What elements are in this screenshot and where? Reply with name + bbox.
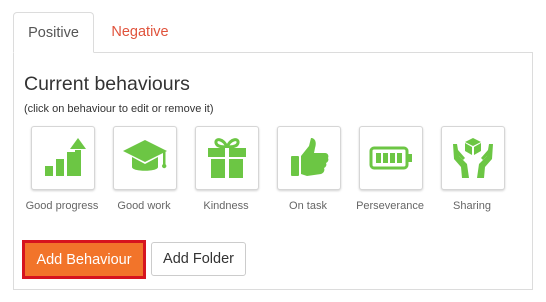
tab-bar: Positive Negative xyxy=(13,12,186,53)
bar-chart-arrow-icon xyxy=(45,138,86,176)
behaviour-good-work[interactable]: Good work xyxy=(104,126,184,216)
behaviour-list: Good progress Good work Kindness On task… xyxy=(22,126,522,216)
behaviour-label: Good work xyxy=(117,200,171,212)
hands-cube-icon xyxy=(453,138,493,178)
graduation-cap-icon xyxy=(123,140,167,171)
thumbs-up-icon xyxy=(291,138,329,176)
behaviour-on-task[interactable]: On task xyxy=(268,126,348,216)
behaviour-sharing[interactable]: Sharing xyxy=(432,126,512,216)
gift-icon xyxy=(208,138,246,178)
panel-title: Current behaviours xyxy=(24,73,190,95)
add-behaviour-button[interactable]: Add Behaviour xyxy=(22,240,146,279)
behaviour-tile[interactable] xyxy=(195,126,259,190)
behaviour-tile[interactable] xyxy=(31,126,95,190)
behaviours-editor: Positive Negative Current behaviours (cl… xyxy=(0,0,546,302)
behaviour-tile[interactable] xyxy=(359,126,423,190)
behaviour-label: Perseverance xyxy=(356,200,424,212)
behaviours-panel: Current behaviours (click on behaviour t… xyxy=(13,52,533,290)
behaviour-perseverance[interactable]: Perseverance xyxy=(350,126,430,216)
behaviour-label: Good progress xyxy=(25,200,99,212)
tab-negative[interactable]: Negative xyxy=(94,12,186,52)
add-folder-button[interactable]: Add Folder xyxy=(151,242,246,276)
behaviour-good-progress[interactable]: Good progress xyxy=(22,126,102,216)
tab-positive[interactable]: Positive xyxy=(13,12,94,53)
behaviour-label: On task xyxy=(289,200,327,212)
behaviour-label: Kindness xyxy=(203,200,249,212)
behaviour-tile[interactable] xyxy=(113,126,177,190)
behaviour-label: Sharing xyxy=(453,200,491,212)
behaviour-tile[interactable] xyxy=(441,126,505,190)
battery-icon xyxy=(369,146,412,170)
behaviour-kindness[interactable]: Kindness xyxy=(186,126,266,216)
behaviour-tile[interactable] xyxy=(277,126,341,190)
panel-hint: (click on behaviour to edit or remove it… xyxy=(24,103,214,115)
